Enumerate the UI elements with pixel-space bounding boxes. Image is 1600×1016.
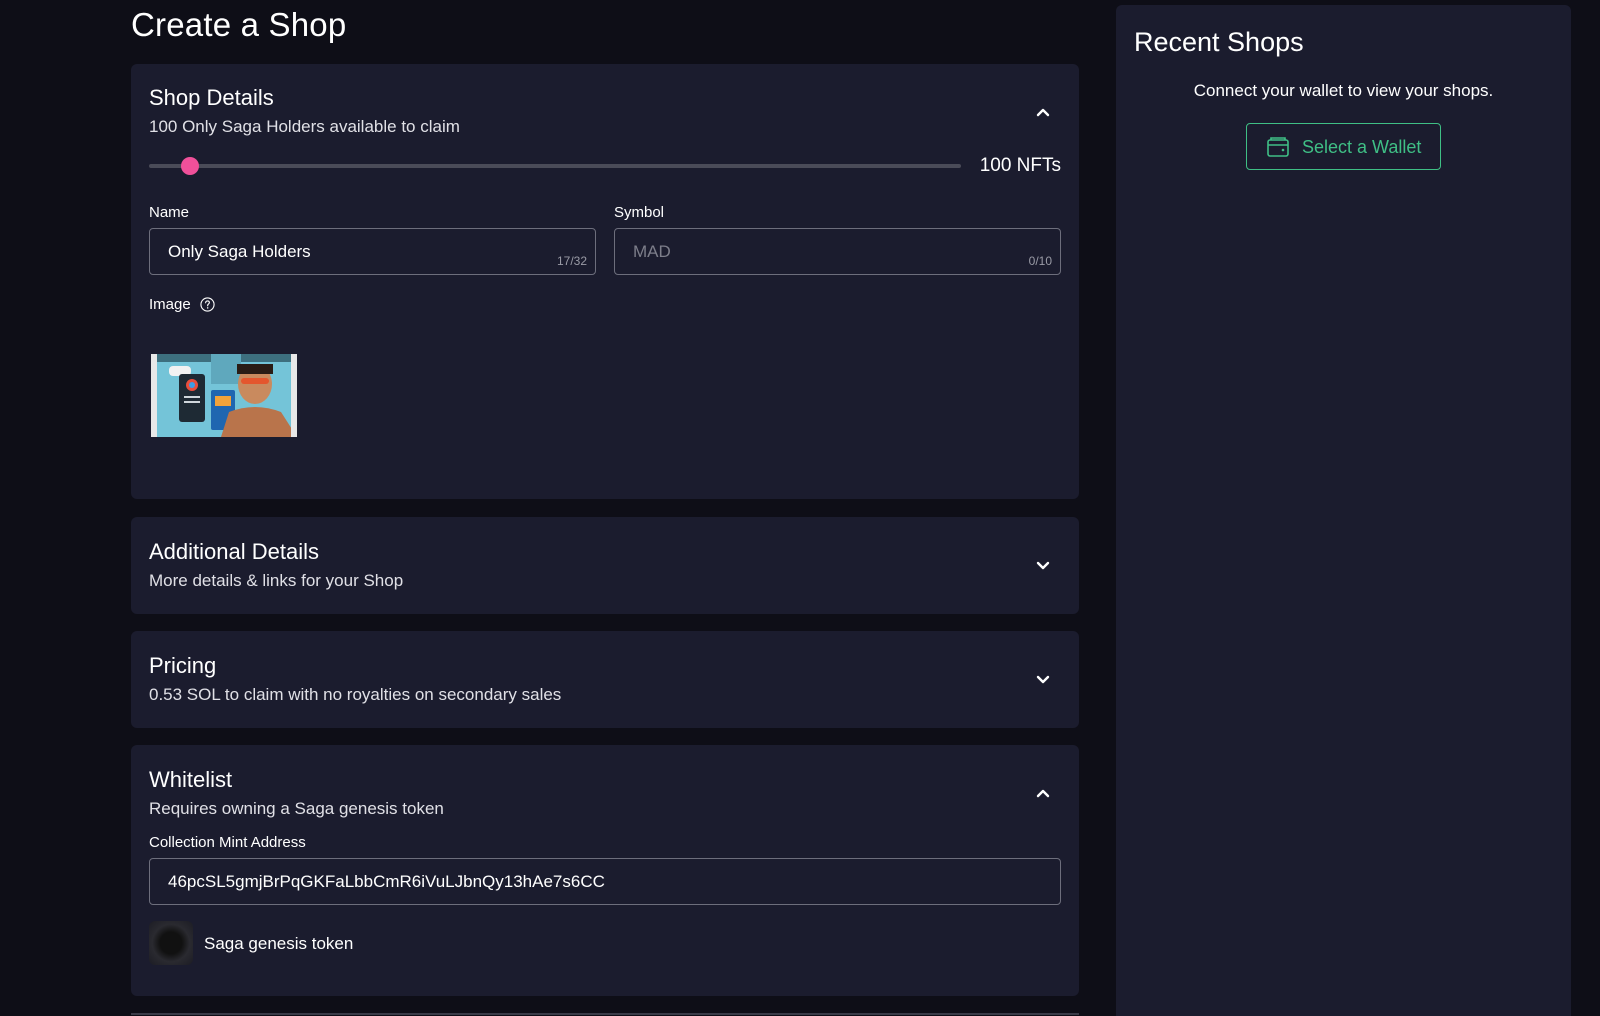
recent-shops-title: Recent Shops [1134, 27, 1304, 57]
select-wallet-label: Select a Wallet [1302, 137, 1422, 157]
pricing-subtitle: 0.53 SOL to claim with no royalties on s… [149, 685, 562, 704]
name-input[interactable] [168, 229, 533, 274]
name-label: Name [149, 204, 190, 221]
symbol-counter: 0/10 [1028, 254, 1052, 268]
token-name: Saga genesis token [204, 934, 354, 953]
mint-address-field[interactable] [149, 858, 1061, 905]
symbol-input[interactable] [633, 229, 998, 274]
chevron-up-icon[interactable] [1033, 783, 1053, 803]
chevron-down-icon[interactable] [1033, 669, 1053, 689]
connect-wallet-message: Connect your wallet to view your shops. [1193, 81, 1494, 100]
mint-address-label: Collection Mint Address [149, 834, 306, 851]
shop-details-card: Shop Details 100 Only Saga Holders avail… [131, 64, 1079, 499]
symbol-label: Symbol [614, 204, 665, 221]
chevron-down-icon[interactable] [1033, 555, 1053, 575]
chevron-up-icon[interactable] [1033, 102, 1053, 122]
mint-address-input[interactable] [168, 859, 1048, 904]
pricing-card[interactable]: Pricing 0.53 SOL to claim with no royalt… [131, 631, 1079, 728]
token-avatar [149, 921, 193, 965]
page-title: Create a Shop [131, 6, 347, 43]
whitelist-card: Whitelist Requires owning a Saga genesis… [131, 745, 1079, 996]
whitelist-title: Whitelist [149, 767, 233, 792]
nft-count-slider[interactable] [149, 157, 961, 175]
shop-image-thumbnail[interactable] [151, 354, 297, 437]
wallet-icon [1267, 137, 1289, 157]
additional-details-subtitle: More details & links for your Shop [149, 571, 404, 590]
additional-details-card[interactable]: Additional Details More details & links … [131, 517, 1079, 614]
pricing-title: Pricing [149, 653, 217, 678]
recent-shops-panel: Recent Shops Connect your wallet to view… [1116, 5, 1571, 1016]
additional-details-title: Additional Details [149, 539, 319, 564]
divider [131, 1013, 1079, 1015]
slider-thumb[interactable] [181, 157, 200, 175]
nft-count-value: 100 NFTs [979, 155, 1061, 176]
shop-details-title: Shop Details [149, 85, 274, 110]
name-counter: 17/32 [556, 254, 587, 268]
shop-details-subtitle: 100 Only Saga Holders available to claim [149, 117, 460, 136]
select-wallet-button[interactable]: Select a Wallet [1246, 123, 1441, 170]
name-field[interactable]: 17/32 [149, 228, 596, 275]
symbol-field[interactable]: 0/10 [614, 228, 1061, 275]
whitelist-subtitle: Requires owning a Saga genesis token [149, 799, 444, 818]
image-label: Image [149, 296, 191, 313]
help-icon[interactable] [200, 297, 215, 312]
